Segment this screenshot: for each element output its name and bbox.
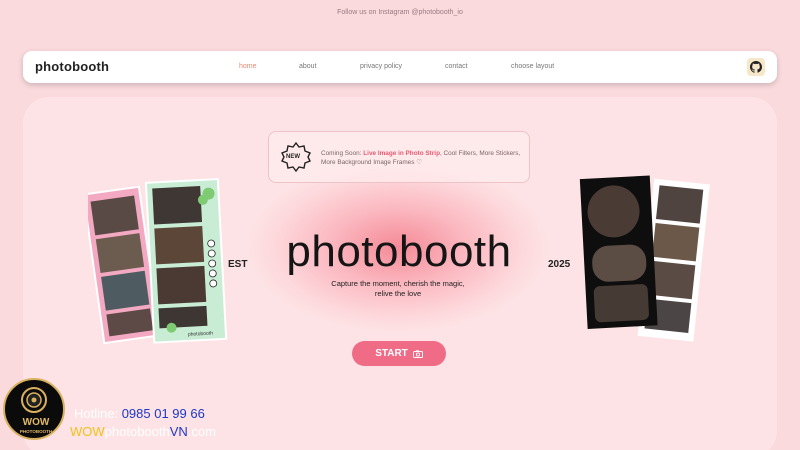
brand-logo[interactable]: photobooth (35, 59, 109, 74)
front-strip: photobooth (144, 178, 228, 344)
right-photo-strips (579, 175, 710, 342)
github-icon (750, 61, 762, 73)
left-photo-strips: photobooth (88, 178, 228, 345)
notice-highlight: Live Image in Photo Strip (363, 150, 440, 157)
hero-card: NEW Coming Soon: Live Image in Photo Str… (23, 97, 777, 450)
promo-website: WOWphotoboothVN.com (70, 424, 216, 439)
black-strip (579, 175, 658, 329)
instagram-text: Follow us on Instagram @photobooth_io (337, 9, 463, 16)
hero-title: photobooth (286, 227, 512, 276)
site-mid: photobooth (104, 424, 170, 439)
hotline-number: 0985 01 99 66 (121, 406, 205, 421)
camera-icon (412, 349, 423, 358)
hotline: Hotline: 0985 01 99 66 (74, 406, 205, 421)
start-button[interactable]: START (352, 341, 446, 366)
tagline-line-2: relive the love (374, 289, 422, 298)
notice-text: Coming Soon: Live Image in Photo Strip, … (321, 149, 521, 167)
notice-prefix: Coming Soon: (321, 150, 364, 157)
new-badge-label: NEW (286, 154, 300, 160)
site-vn: VN (169, 424, 188, 439)
nav-choose-layout[interactable]: choose layout (511, 63, 554, 70)
site-tld: .com (187, 424, 216, 439)
nav-home[interactable]: home (239, 63, 257, 70)
year-label: 2025 (548, 259, 571, 270)
github-button[interactable] (747, 58, 765, 76)
nav-contact[interactable]: contact (445, 63, 468, 70)
est-label: EST (228, 259, 248, 270)
instagram-banner: Follow us on Instagram @photobooth_io (0, 0, 800, 28)
tagline: Capture the moment, cherish the magic, r… (298, 279, 498, 299)
hotline-label: Hotline: (74, 406, 122, 421)
coming-soon-notice: NEW Coming Soon: Live Image in Photo Str… (268, 131, 530, 183)
logo-word-top: WOW (22, 417, 50, 428)
start-label: START (375, 348, 408, 359)
logo-word-bottom: PHOTOBOOTH (19, 429, 53, 434)
wow-photobooth-logo: WOW PHOTOBOOTH (3, 378, 65, 440)
navbar: photobooth home about privacy policy con… (23, 51, 777, 83)
nav-privacy-policy[interactable]: privacy policy (360, 63, 402, 70)
tagline-line-1: Capture the moment, cherish the magic, (331, 279, 465, 288)
site-wow: WOW (70, 424, 105, 439)
nav-about[interactable]: about (299, 63, 317, 70)
